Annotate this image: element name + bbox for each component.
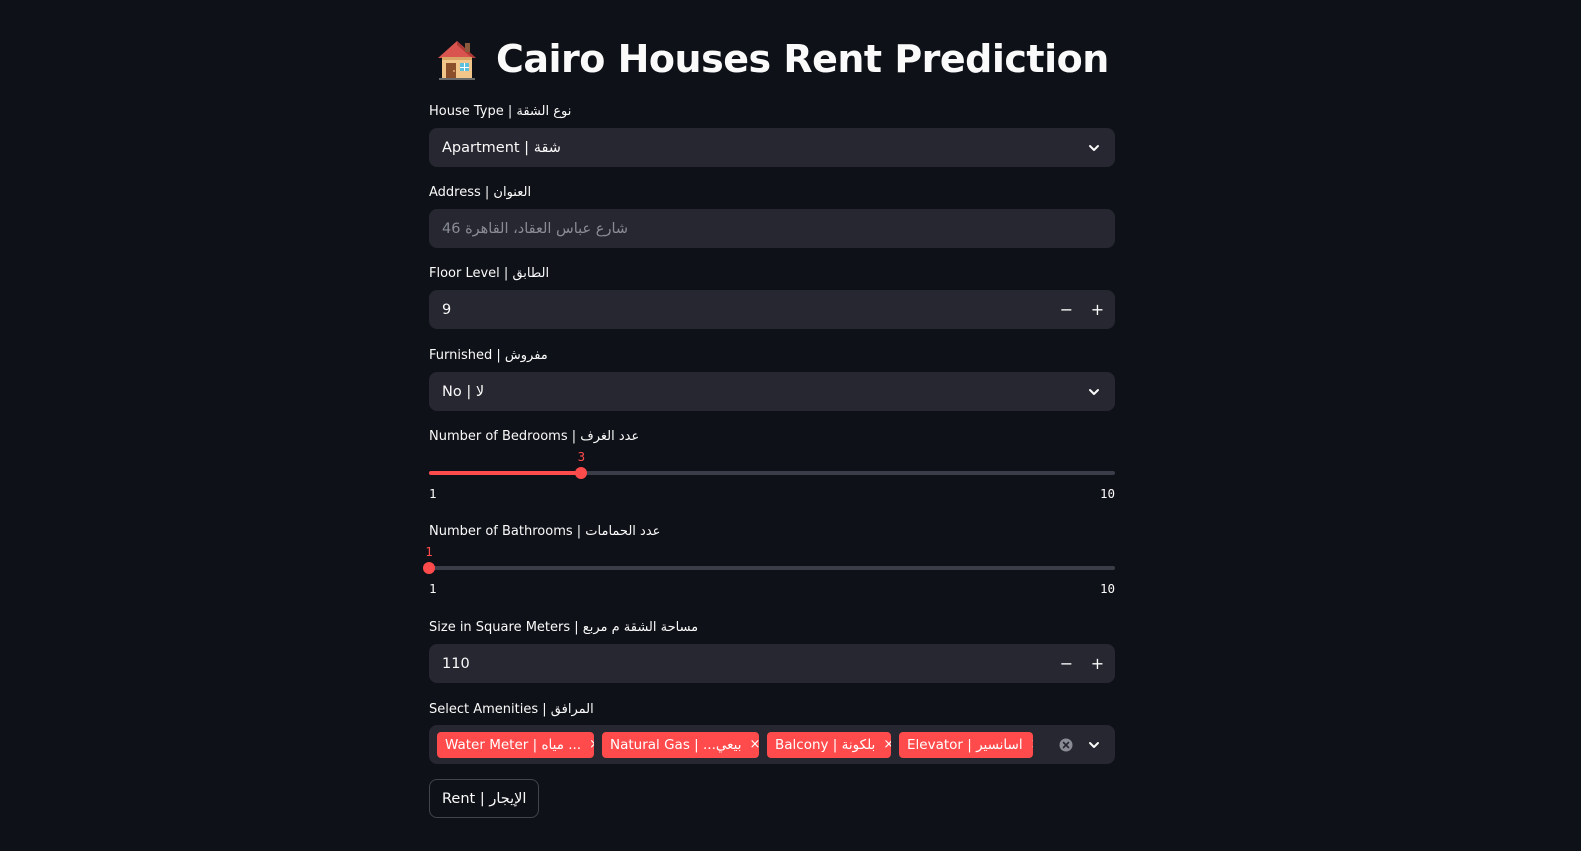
minus-icon: − [1059,654,1074,673]
minus-icon: − [1059,300,1074,319]
bedrooms-label: Number of Bedrooms | عدد الغرف [429,429,640,444]
bathrooms-label: Number of Bathrooms | عدد الحمامات [429,524,661,539]
house-type-select[interactable]: Apartment | شقة [429,128,1115,167]
slider-fill [429,471,582,475]
furnished-label: Furnished | مفروش [429,348,548,363]
rent-button-label: Rent | الإيجار [442,790,527,807]
bathrooms-min-label: 1 [429,581,437,596]
plus-icon: + [1090,654,1105,673]
floor-level-label: Floor Level | الطابق [429,266,550,281]
house-type-label: House Type | نوع الشقة [429,104,572,119]
size-input[interactable]: 110 − + [429,644,1115,683]
page-title-text: Cairo Houses Rent Prediction [496,37,1109,81]
page-title: Cairo Houses Rent Prediction [434,34,1109,84]
close-icon[interactable]: × [589,737,594,752]
floor-increment-button[interactable]: + [1082,290,1113,329]
house-icon [438,41,476,80]
slider-track[interactable] [429,566,1115,570]
bedrooms-slider-value: 3 [577,449,586,464]
rent-button[interactable]: Rent | الإيجار [429,779,540,818]
plus-icon: + [1090,300,1105,319]
bedrooms-slider[interactable] [429,464,1115,482]
bedrooms-max-label: 10 [1099,486,1115,501]
clear-circle-icon[interactable] [1059,738,1073,752]
chevron-down-icon[interactable] [1087,141,1101,155]
close-icon[interactable]: × [749,737,759,752]
chip-label: Balcony | بلكونة [775,736,876,753]
amenity-chip-elevator: Elevator | اسانسير × [899,731,1033,758]
bathrooms-slider-value: 1 [425,544,433,559]
amenities-label: Select Amenities | المرافق [429,702,594,717]
amenity-chip-natural-gas: Natural Gas | ...بيعي × [602,731,759,758]
close-icon[interactable]: × [1031,737,1033,752]
bedrooms-min-label: 1 [429,486,437,501]
bathrooms-slider[interactable] [423,559,1115,577]
chevron-down-icon[interactable] [1087,738,1101,752]
floor-level-input[interactable]: 9 − + [429,290,1115,329]
amenity-chip-water-meter: Water Meter | مياه ... × [437,731,594,758]
address-input[interactable]: 46 شارع عباس العقاد، القاهرة [429,209,1115,248]
chip-label: Elevator | اسانسير [907,736,1023,753]
slider-thumb[interactable] [423,562,435,574]
amenity-chip-balcony: Balcony | بلكونة × [767,731,891,758]
close-icon[interactable]: × [883,737,891,752]
amenities-chip-list: Water Meter | مياه ... × Natural Gas | .… [437,731,1059,758]
address-label: Address | العنوان [429,185,532,200]
slider-thumb[interactable] [575,467,588,479]
chip-label: Water Meter | مياه ... [445,736,582,753]
floor-level-value[interactable]: 9 [429,302,1051,318]
furnished-value: No | لا [442,383,485,400]
size-value[interactable]: 110 [429,656,1051,672]
size-decrement-button[interactable]: − [1051,644,1082,683]
furnished-select[interactable]: No | لا [429,372,1115,411]
amenities-multiselect[interactable]: Water Meter | مياه ... × Natural Gas | .… [429,725,1115,764]
house-type-value: Apartment | شقة [442,139,561,156]
size-increment-button[interactable]: + [1082,644,1113,683]
bathrooms-max-label: 10 [1099,581,1115,596]
size-label: Size in Square Meters | مساحة الشقة م مر… [429,620,699,635]
floor-decrement-button[interactable]: − [1051,290,1082,329]
address-placeholder: 46 شارع عباس العقاد، القاهرة [442,220,629,237]
chevron-down-icon[interactable] [1087,385,1101,399]
chip-label: Natural Gas | ...بيعي [610,736,742,753]
